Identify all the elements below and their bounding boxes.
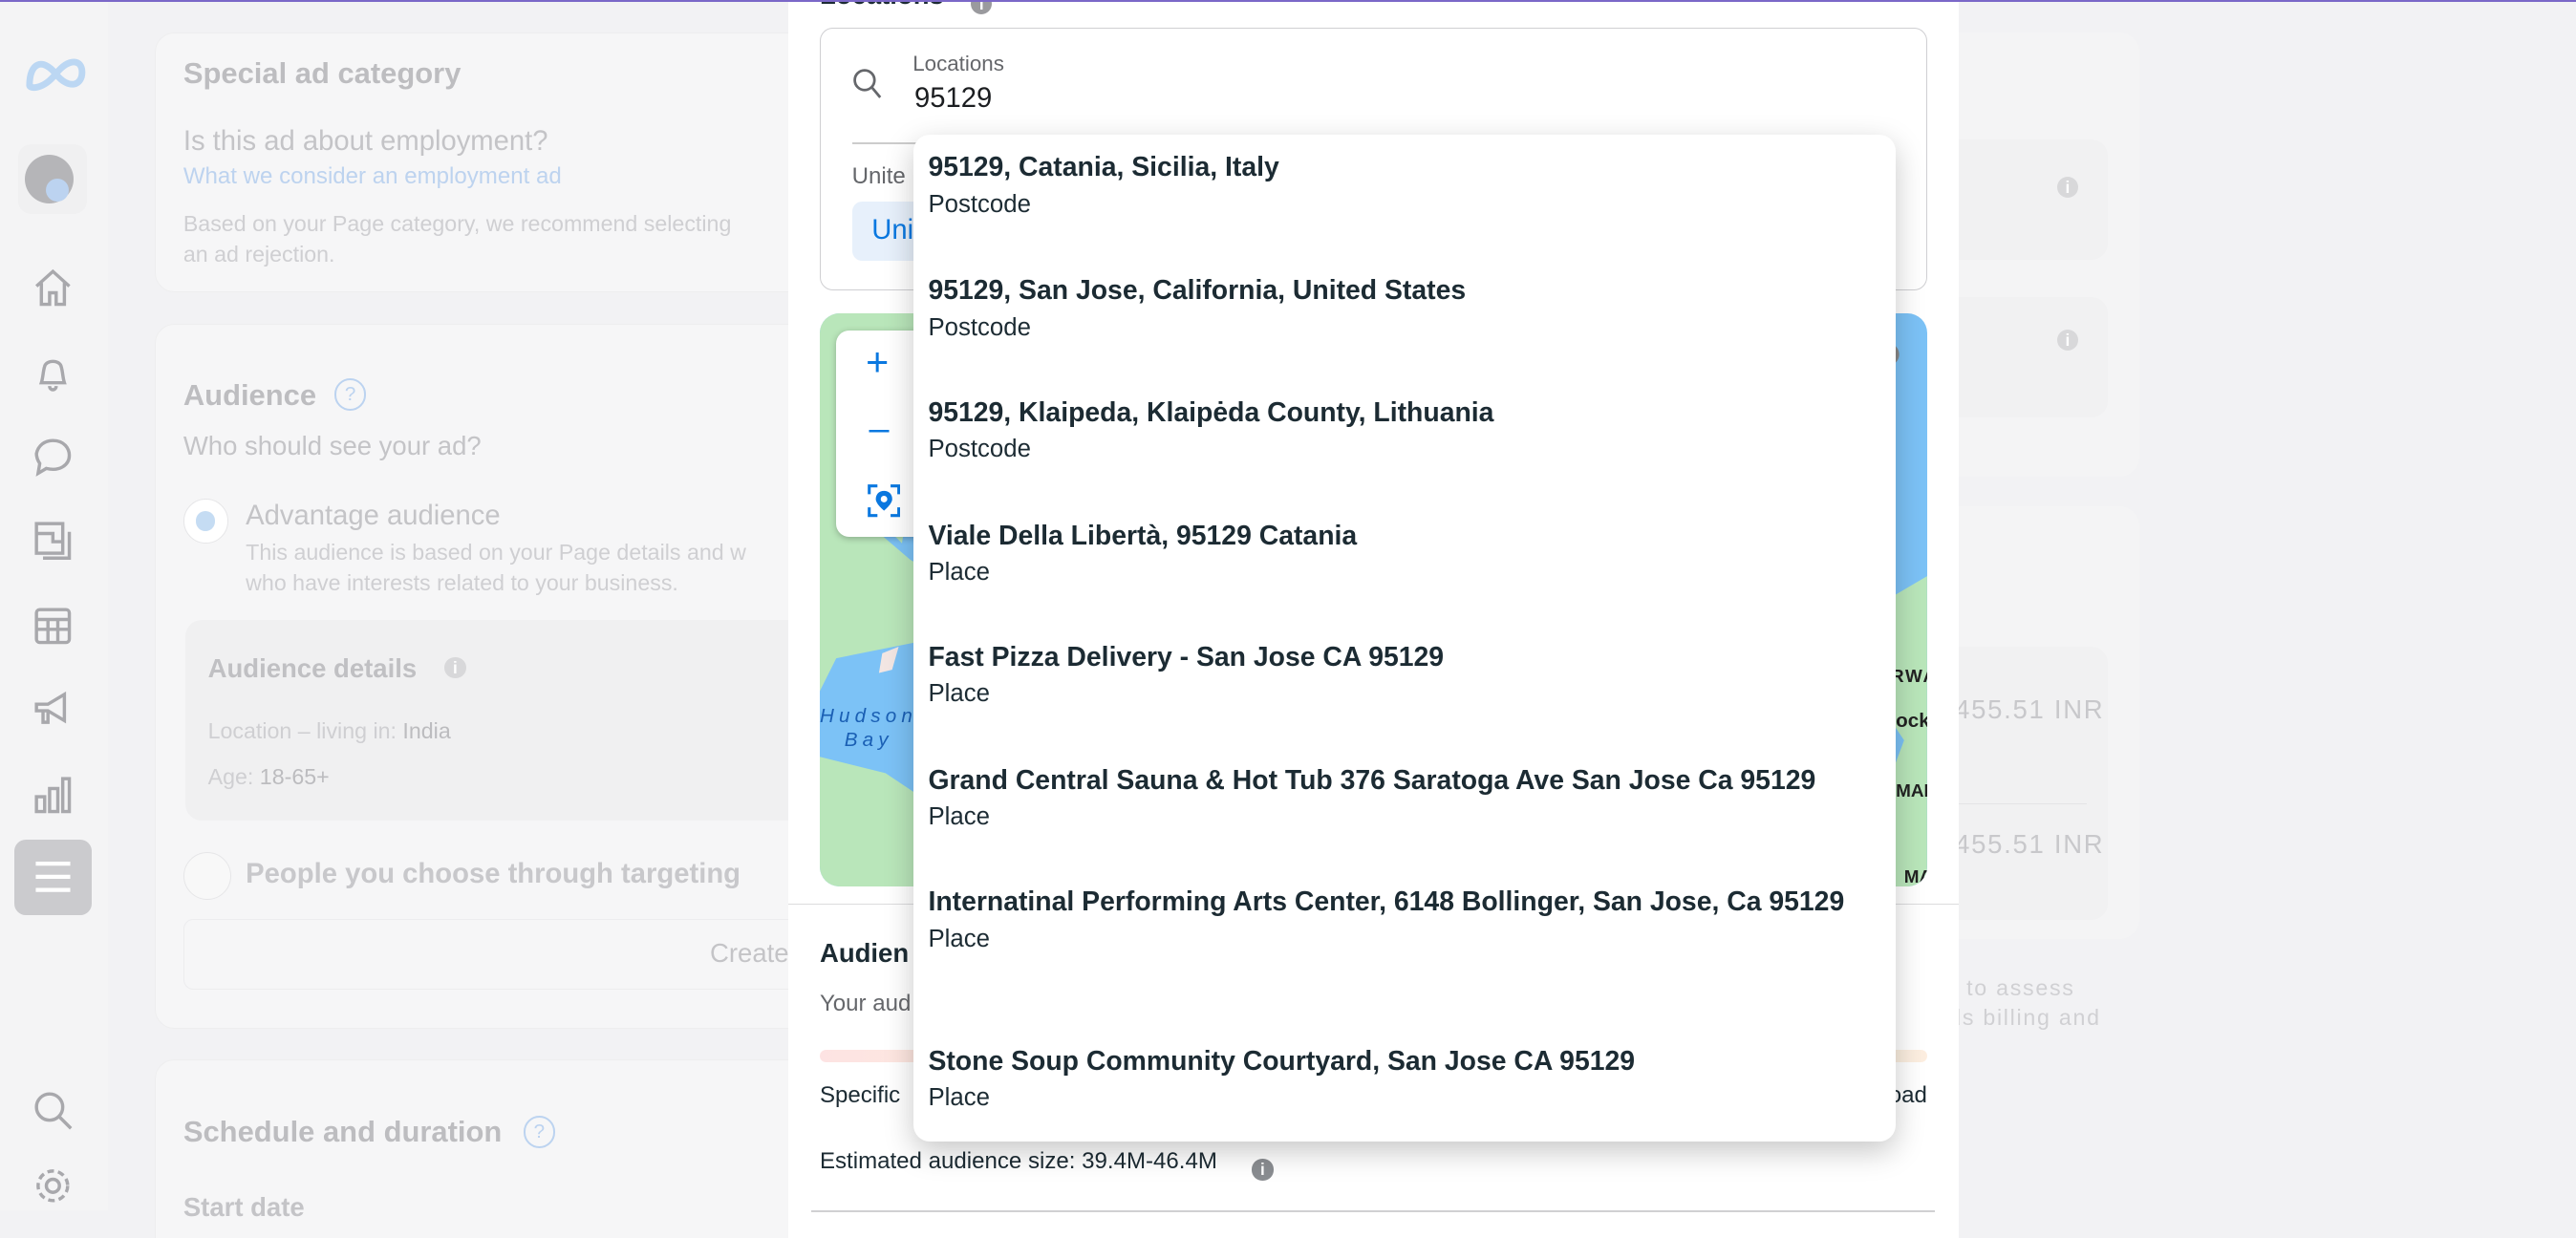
suggestion-type: Postcode bbox=[928, 313, 1031, 341]
employment-link[interactable]: What we consider an employment ad bbox=[183, 163, 562, 190]
suggestion-title: 95129, Klaipeda, Klaipėda County, Lithua… bbox=[928, 396, 1494, 428]
meta-logo-icon[interactable] bbox=[23, 53, 89, 96]
suggestion-title: 95129, San Jose, California, United Stat… bbox=[928, 275, 1467, 307]
help-icon[interactable]: ? bbox=[334, 378, 367, 411]
suggestion-title: 95129, Catania, Sicilia, Italy bbox=[928, 152, 1279, 183]
suggestion-type: Place bbox=[928, 559, 990, 587]
suggestion-type: Postcode bbox=[928, 436, 1031, 463]
info-icon[interactable]: i bbox=[971, 0, 993, 14]
help-icon[interactable]: ? bbox=[523, 1116, 555, 1148]
location-suggestion[interactable]: Grand Central Sauna & Hot Tub 376 Sarato… bbox=[928, 762, 1879, 835]
info-icon[interactable]: i bbox=[2056, 329, 2079, 352]
location-search-input[interactable] bbox=[913, 82, 1835, 115]
bell-icon[interactable] bbox=[32, 352, 75, 395]
search-label: Locations bbox=[912, 52, 1004, 76]
gear-icon[interactable] bbox=[32, 1164, 75, 1207]
info-icon[interactable]: i bbox=[444, 657, 466, 679]
home-icon[interactable] bbox=[32, 267, 75, 310]
location-suggestions-dropdown: 95129, Catania, Sicilia, Italy Postcode 95… bbox=[912, 134, 1897, 1142]
targeting-radio[interactable] bbox=[182, 851, 231, 900]
location-detail: Location – living in: India bbox=[207, 717, 451, 743]
map-label: RWA bbox=[1891, 667, 1927, 688]
location-suggestion[interactable]: Fast Pizza Delivery - San Jose CA 95129 P… bbox=[928, 639, 1879, 712]
suggestion-title: Viale Della Libertà, 95129 Catania bbox=[928, 520, 1358, 551]
suggestion-type: Place bbox=[928, 803, 990, 831]
suggestion-title: Internatinal Performing Arts Center, 614… bbox=[928, 886, 1845, 918]
audience-details-box: Audience details i Location – living in:… bbox=[184, 620, 813, 821]
section-title: Special ad category bbox=[182, 56, 462, 91]
location-suggestion[interactable]: Stone Soup Community Courtyard, San Jose… bbox=[928, 1043, 1879, 1116]
map-label: ock bbox=[1896, 709, 1927, 732]
start-date-label: Start date bbox=[182, 1191, 305, 1222]
audience-definition-desc: Your aud bbox=[819, 990, 912, 1016]
location-suggestion[interactable]: Viale Della Libertà, 95129 Catania Place bbox=[928, 518, 1879, 590]
bar-chart-icon[interactable] bbox=[32, 774, 75, 817]
info-icon[interactable]: i bbox=[1252, 1159, 1274, 1181]
suggestion-title: Stone Soup Community Courtyard, San Jose… bbox=[928, 1045, 1636, 1077]
map-label: Bay bbox=[844, 729, 893, 752]
suggestion-type: Place bbox=[928, 680, 990, 708]
audience-title: Audience bbox=[182, 378, 317, 413]
age-detail: Age: 18-65+ bbox=[207, 764, 330, 790]
estimated-audience-size: Estimated audience size: 39.4M-46.4M bbox=[819, 1147, 1217, 1174]
location-suggestion[interactable]: Internatinal Performing Arts Center, 614… bbox=[928, 884, 1879, 956]
map-label: MA bbox=[1903, 866, 1927, 887]
search-icon[interactable] bbox=[32, 1089, 75, 1132]
billing-note: to assess bbox=[1966, 975, 2075, 1001]
advantage-radio[interactable] bbox=[182, 498, 228, 544]
map-label: MAR bbox=[1896, 781, 1927, 802]
audience-card: Audience ? Who should see your ad? Advan… bbox=[154, 323, 814, 1029]
divider bbox=[811, 1210, 1936, 1212]
employment-question: Is this ad about employment? bbox=[182, 125, 548, 157]
specific-label: Specific bbox=[819, 1082, 901, 1109]
suggestion-title: Grand Central Sauna & Hot Tub 376 Sarato… bbox=[928, 764, 1816, 796]
table-icon[interactable] bbox=[32, 605, 75, 648]
locate-pin-icon[interactable] bbox=[867, 484, 901, 518]
audience-definition-title: Audien bbox=[819, 937, 910, 968]
chat-icon[interactable] bbox=[32, 436, 75, 479]
account-avatar[interactable] bbox=[17, 144, 88, 214]
amount-value: 455.51 INR bbox=[1955, 829, 2105, 860]
top-border bbox=[0, 0, 2576, 2]
map-label: Hudson bbox=[819, 704, 917, 727]
selected-country-heading: Unite bbox=[851, 163, 906, 190]
billing-note: ds billing and bbox=[1955, 1005, 2101, 1031]
recommend-text: Based on your Page category, we recommen… bbox=[182, 210, 732, 267]
advantage-desc: This audience is based on your Page deta… bbox=[246, 539, 746, 596]
menu-button[interactable] bbox=[14, 839, 93, 915]
suggestion-type: Place bbox=[928, 925, 990, 952]
suggestion-title: Fast Pizza Delivery - San Jose CA 95129 bbox=[928, 641, 1445, 672]
locations-modal: Locations i Locations Unite Uni Hudson B… bbox=[788, 0, 1959, 1238]
megaphone-icon[interactable] bbox=[32, 688, 75, 731]
suggestion-type: Postcode bbox=[928, 191, 1031, 218]
location-suggestion[interactable]: 95129, San Jose, California, United Stat… bbox=[928, 272, 1879, 345]
advantage-label: Advantage audience bbox=[246, 500, 501, 531]
pages-icon[interactable] bbox=[32, 519, 75, 562]
audience-details-title: Audience details bbox=[207, 652, 418, 683]
special-ad-category-card: Special ad category Is this ad about emp… bbox=[154, 32, 814, 293]
audience-question: Who should see your ad? bbox=[182, 431, 482, 461]
create-audience-button[interactable]: Create bbox=[182, 919, 810, 991]
zoom-out-button[interactable]: – bbox=[869, 409, 890, 450]
schedule-title: Schedule and duration bbox=[182, 1114, 503, 1148]
search-icon bbox=[852, 69, 881, 99]
location-suggestion[interactable]: 95129, Catania, Sicilia, Italy Postcode bbox=[928, 149, 1879, 222]
menu-icon bbox=[35, 862, 71, 893]
schedule-card: Schedule and duration ? Start date bbox=[154, 1059, 814, 1238]
sidebar bbox=[0, 0, 109, 1211]
suggestion-type: Place bbox=[928, 1084, 990, 1112]
info-icon[interactable]: i bbox=[2056, 177, 2079, 199]
amount-value: 455.51 INR bbox=[1955, 694, 2105, 725]
location-suggestion[interactable]: 95129, Klaipeda, Klaipėda County, Lithua… bbox=[928, 395, 1879, 467]
targeting-label: People you choose through targeting bbox=[246, 858, 741, 889]
zoom-in-button[interactable]: + bbox=[866, 340, 889, 385]
